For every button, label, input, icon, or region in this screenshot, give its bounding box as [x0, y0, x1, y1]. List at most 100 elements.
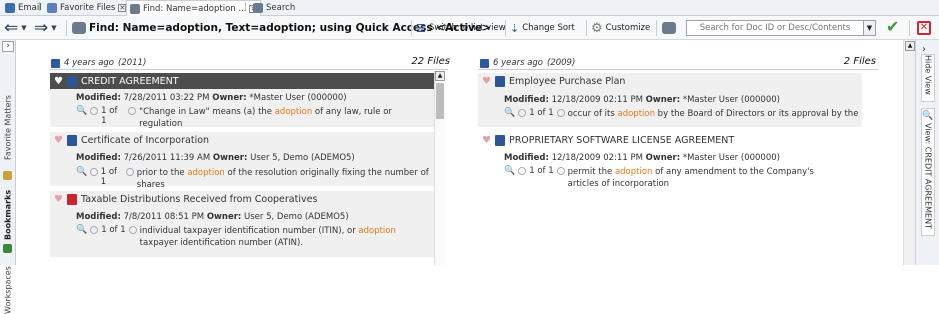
- hit-count: 1 of 1: [100, 167, 118, 187]
- back-button[interactable]: ⇐ ▼: [4, 16, 27, 40]
- document-title: Employee Purchase Plan: [508, 75, 626, 87]
- column-year: (2009): [547, 58, 576, 68]
- side-tab-bookmarks[interactable]: Bookmarks: [2, 182, 14, 240]
- next-hit-icon[interactable]: [128, 226, 137, 234]
- previous-hit-icon[interactable]: [518, 167, 527, 175]
- column-age: 4 years ago: [64, 58, 115, 68]
- search-input[interactable]: [686, 20, 864, 36]
- tab-favorite-files[interactable]: Favorite Files ✕: [44, 1, 129, 15]
- scroll-up-button[interactable]: ▲: [435, 71, 445, 81]
- previous-hit-icon[interactable]: [90, 168, 98, 176]
- column-file-count: 2 Files: [843, 56, 876, 67]
- tab-search[interactable]: Search: [250, 1, 298, 15]
- chevron-down-icon[interactable]: ▼: [21, 24, 26, 32]
- document-title-bar[interactable]: ♥ Employee Purchase Plan: [478, 73, 862, 89]
- document-meta: Modified: 12/18/2009 02:11 PM Owner: *Ma…: [504, 95, 780, 105]
- toolbar-divider: [411, 20, 412, 36]
- favorite-heart-icon[interactable]: ♥: [482, 76, 491, 87]
- binoculars-icon: [253, 3, 263, 13]
- side-tab-label: Bookmarks: [3, 189, 13, 240]
- previous-hit-icon[interactable]: [90, 226, 99, 234]
- word-doc-icon: [494, 75, 505, 87]
- expand-panel-button[interactable]: ›: [2, 41, 14, 52]
- magnifier-icon[interactable]: 🔍: [504, 166, 515, 176]
- magnifier-icon[interactable]: 🔍: [504, 108, 515, 118]
- tab-find-results[interactable]: Find: Name=adoption ... ✕: [126, 0, 262, 16]
- hit-snippet: permit the adoption of any amendment to …: [567, 167, 814, 189]
- view-document-tab[interactable]: 🔍 View: CREDIT AGREEMENT: [921, 108, 935, 236]
- favorite-heart-icon[interactable]: ♥: [482, 135, 491, 146]
- search-dropdown-button[interactable]: ▼: [864, 20, 876, 36]
- side-tab-workspaces[interactable]: Workspaces: [2, 254, 14, 314]
- document-title: CREDIT AGREEMENT: [80, 75, 179, 87]
- document-title-bar[interactable]: ♥ Certificate of Incorporation: [50, 132, 434, 148]
- search-hit-row: 🔍 1 of 1 prior to the adoption of the re…: [76, 167, 434, 191]
- sort-icon: ⇣: [510, 21, 520, 35]
- save-disk-icon: [480, 58, 489, 68]
- close-icon[interactable]: ✕: [917, 21, 931, 35]
- customize-label: Customize: [605, 23, 651, 33]
- favorite-icon: [2, 166, 14, 180]
- next-hit-icon[interactable]: [556, 109, 565, 117]
- hide-view-button[interactable]: Hide View: [921, 54, 935, 102]
- tab-label: Favorite Files: [60, 3, 116, 13]
- binoculars-icon: [130, 3, 140, 14]
- document-card[interactable]: ♥ PROPRIETARY SOFTWARE LICENSE AGREEMENT…: [478, 132, 862, 194]
- favorite-heart-icon[interactable]: ♥: [54, 194, 63, 205]
- side-tab-label: Hide View: [923, 55, 933, 95]
- tab-divider: |: [38, 2, 42, 12]
- scroll-up-button[interactable]: ▲: [905, 41, 915, 51]
- next-hit-icon[interactable]: [128, 107, 137, 115]
- results-scrollbar[interactable]: ▲: [434, 71, 445, 265]
- change-sort-label: Change Sort: [522, 23, 575, 33]
- side-tab-favorite-matters[interactable]: Favorite Matters: [2, 70, 14, 160]
- email-icon: [5, 3, 15, 13]
- document-title-bar[interactable]: ♥ Taxable Distributions Received from Co…: [50, 191, 434, 207]
- magnifier-icon[interactable]: 🔍: [76, 167, 87, 177]
- switch-list-view-button[interactable]: ☰ Switch to list view: [416, 16, 506, 40]
- hit-count: 1 of 1: [101, 106, 118, 126]
- next-hit-icon[interactable]: [126, 168, 134, 176]
- tab-label: Search: [266, 3, 296, 13]
- back-arrow-icon: ⇐: [4, 17, 19, 38]
- bookmark-icon: [2, 241, 14, 253]
- favorite-heart-icon[interactable]: ♥: [54, 135, 63, 146]
- change-sort-button[interactable]: ⇣ Change Sort: [510, 16, 575, 40]
- side-tab-label: Workspaces: [3, 266, 13, 314]
- document-title-bar[interactable]: ♥ PROPRIETARY SOFTWARE LICENSE AGREEMENT: [478, 132, 862, 148]
- chevron-down-icon[interactable]: ▼: [51, 24, 56, 32]
- column-header-2011: 4 years ago (2011): [51, 57, 146, 69]
- hit-count: 1 of 1: [101, 225, 126, 235]
- switch-list-view-label: Switch to list view: [428, 23, 506, 33]
- magnifier-icon[interactable]: 🔍: [76, 106, 87, 116]
- document-card[interactable]: ♥ CREDIT AGREEMENT Modified: 7/28/2011 0…: [50, 73, 434, 129]
- forward-arrow-icon: ⇒: [34, 17, 49, 38]
- document-card[interactable]: ♥ Taxable Distributions Received from Co…: [50, 191, 434, 257]
- column-header-2009: 6 years ago (2009): [480, 57, 575, 69]
- toolbar-divider: [505, 20, 506, 36]
- customize-button[interactable]: ⚙ Customize: [591, 16, 650, 40]
- left-side-rail: › Favorite Matters Bookmarks Workspaces: [0, 40, 16, 314]
- search-hit-row: 🔍 1 of 1 occur of its adoption by the Bo…: [504, 108, 858, 120]
- toolbar-divider: [66, 20, 67, 36]
- magnifier-icon[interactable]: 🔍: [76, 225, 87, 235]
- previous-hit-icon[interactable]: [90, 107, 99, 115]
- previous-hit-icon[interactable]: [518, 109, 527, 117]
- scroll-thumb[interactable]: [436, 83, 444, 119]
- column-file-count: 22 Files: [411, 56, 450, 67]
- document-meta: Modified: 7/26/2011 11:39 AM Owner: User…: [76, 153, 355, 163]
- list-view-icon: ☰: [416, 21, 426, 35]
- document-card[interactable]: ♥ Employee Purchase Plan Modified: 12/18…: [478, 73, 862, 127]
- checkmark-icon[interactable]: ✔: [886, 19, 899, 35]
- next-hit-icon[interactable]: [556, 167, 565, 175]
- hit-count: 1 of 1: [529, 166, 554, 176]
- forward-button[interactable]: ⇒ ▼: [34, 16, 57, 40]
- document-card[interactable]: ♥ Certificate of Incorporation Modified:…: [50, 132, 434, 190]
- word-doc-icon: [66, 75, 77, 87]
- document-title-bar[interactable]: ♥ CREDIT AGREEMENT: [50, 73, 434, 89]
- favorite-heart-icon[interactable]: ♥: [54, 76, 63, 87]
- view-scrollbar[interactable]: ▲: [903, 40, 915, 265]
- search-binoculars-button[interactable]: [662, 16, 676, 40]
- side-tab-label: Favorite Matters: [3, 95, 13, 160]
- column-divider-line: [478, 69, 878, 70]
